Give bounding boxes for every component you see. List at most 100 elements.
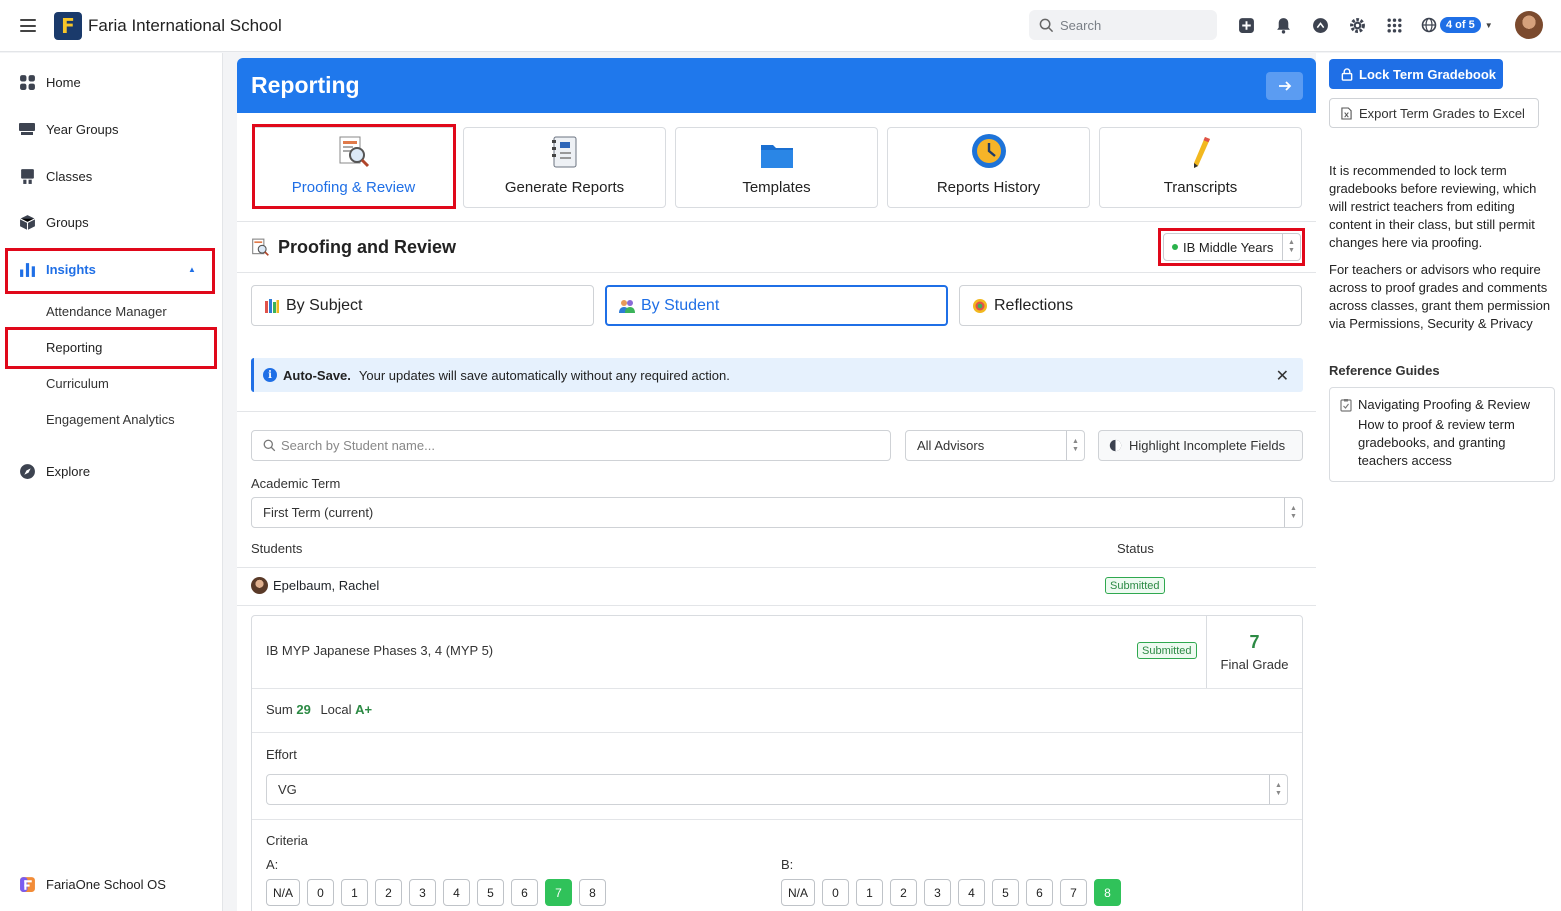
tab-by-student[interactable]: By Student [605,285,948,326]
criterion-b-option[interactable]: 4 [958,879,985,906]
criterion-a-option[interactable]: 0 [307,879,334,906]
criterion-a-option[interactable]: 6 [511,879,538,906]
tool-reports-history[interactable]: Reports History [887,127,1090,208]
criterion-a-option[interactable]: N/A [266,879,300,906]
criterion-b-option[interactable]: 6 [1026,879,1053,906]
criterion-a-option[interactable]: 4 [443,879,470,906]
sidebar-item-classes[interactable]: Classes [0,161,223,191]
advisors-select[interactable]: All Advisors ▲ ▼ [905,430,1085,461]
subject-status-badge: Submitted [1137,642,1197,659]
academic-term-label: Academic Term [251,476,341,491]
chat-icon[interactable] [1310,14,1330,36]
sidebar-item-home[interactable]: Home [0,67,223,97]
sidebar-item-explore[interactable]: Explore [0,456,223,486]
tab-by-subject[interactable]: By Subject [251,285,594,326]
academic-term-select[interactable]: First Term (current) ▲ ▼ [251,497,1303,528]
lock-btn-label: Lock Term Gradebook [1359,66,1497,82]
books-icon [264,298,280,314]
criterion-b-option[interactable]: 0 [822,879,849,906]
autosave-alert: i Auto-Save. Your updates will save auto… [251,358,1303,392]
classes-icon [18,167,36,185]
criterion-b-option[interactable]: 7 [1060,879,1087,906]
criterion-b-option-selected[interactable]: 8 [1094,879,1121,906]
highlight-proofing-tile [252,124,456,209]
chevron-down-icon: ▼ [1484,20,1493,30]
criterion-a-option[interactable]: 8 [579,879,606,906]
effort-select[interactable]: VG ▲ ▼ [266,774,1288,805]
compass-icon [18,462,36,480]
export-btn-label: Export Term Grades to Excel [1359,105,1525,121]
student-row[interactable]: Epelbaum, Rachel [251,577,379,594]
info-icon: i [263,368,277,382]
criterion-a-option-selected[interactable]: 7 [545,879,572,906]
final-grade-label: Final Grade [1220,657,1289,672]
criterion-a-option[interactable]: 3 [409,879,436,906]
highlight-reporting [5,327,217,369]
gear-icon[interactable] [1347,14,1367,36]
criterion-b-option[interactable]: 1 [856,879,883,906]
menu-icon[interactable] [20,19,36,32]
reference-guide-card[interactable]: Navigating Proofing & Review How to proo… [1329,387,1555,482]
criterion-a-option[interactable]: 2 [375,879,402,906]
criterion-b-label: B: [781,857,794,872]
student-status-badge: Submitted [1105,577,1165,594]
guide-description: How to proof & review term gradebooks, a… [1358,417,1515,468]
tool-transcripts[interactable]: Transcripts [1099,127,1302,208]
tab-label: By Student [641,296,720,314]
criterion-b-options: N/A 0 1 2 3 4 5 6 7 8 [781,879,1128,906]
report-card-icon [550,135,580,173]
sum-label: Sum [266,702,293,717]
lock-icon [1341,67,1353,81]
criterion-b-option[interactable]: 5 [992,879,1019,906]
sidebar-item-label: Year Groups [46,121,119,137]
pencil-icon [1189,135,1213,173]
criterion-a-option[interactable]: 1 [341,879,368,906]
add-icon[interactable] [1236,14,1256,36]
tool-generate-reports[interactable]: Generate Reports [463,127,666,208]
highlight-program-select [1158,228,1305,266]
school-logo[interactable]: F [54,11,82,40]
divider [252,819,1302,820]
sidebar-item-year-groups[interactable]: Year Groups [0,114,223,144]
proofing-section-header: Proofing and Review [237,221,1316,273]
tab-reflections[interactable]: Reflections [959,285,1302,326]
sidebar-footer-fariaone[interactable]: FariaOne School OS [0,869,223,899]
user-avatar[interactable] [1515,11,1543,39]
academic-term-value: First Term (current) [263,505,374,520]
language-switcher[interactable]: 4 of 5 ▼ [1421,14,1493,36]
highlight-incomplete-button[interactable]: Highlight Incomplete Fields [1098,430,1303,461]
sidebar-item-groups[interactable]: Groups [0,207,223,237]
apps-grid-icon[interactable] [1384,14,1404,36]
criterion-a-option[interactable]: 5 [477,879,504,906]
export-grades-button[interactable]: Export Term Grades to Excel [1329,98,1539,128]
criterion-b-option[interactable]: N/A [781,879,815,906]
divider [237,605,1316,606]
arrow-right-icon [1278,81,1291,91]
tab-label: Reflections [994,296,1074,314]
tool-templates[interactable]: Templates [675,127,878,208]
sidebar-sub-engagement-analytics[interactable]: Engagement Analytics [46,412,175,427]
criterion-b-option[interactable]: 3 [924,879,951,906]
global-search-input[interactable]: Search [1029,10,1217,40]
student-search-placeholder: Search by Student name... [281,438,435,453]
bell-icon[interactable] [1273,14,1293,36]
tool-label: Generate Reports [504,179,625,196]
collapse-panel-button[interactable] [1266,72,1303,100]
clipboard-icon [1340,398,1352,412]
sidebar-item-label: Classes [46,168,93,184]
sidebar-sub-attendance-manager[interactable]: Attendance Manager [46,304,167,319]
status-column-header: Status [1117,541,1154,556]
autosave-title: Auto-Save. [283,367,351,383]
criterion-b-option[interactable]: 2 [890,879,917,906]
clock-icon [971,133,1007,173]
sidebar-item-label: Explore [46,463,91,479]
select-arrows-icon: ▲ ▼ [1066,431,1084,460]
subject-card: IB MYP Japanese Phases 3, 4 (MYP 5) Subm… [251,615,1303,911]
lock-term-gradebook-button[interactable]: Lock Term Gradebook [1329,59,1503,89]
highlight-label: Highlight Incomplete Fields [1129,438,1286,453]
close-icon[interactable]: ✕ [1276,366,1289,386]
right-panel: Lock Term Gradebook Export Term Grades t… [1316,53,1561,911]
sidebar-sub-curriculum[interactable]: Curriculum [46,376,109,391]
student-search-input[interactable]: Search by Student name... [251,430,891,461]
tab-label: By Subject [286,296,363,314]
